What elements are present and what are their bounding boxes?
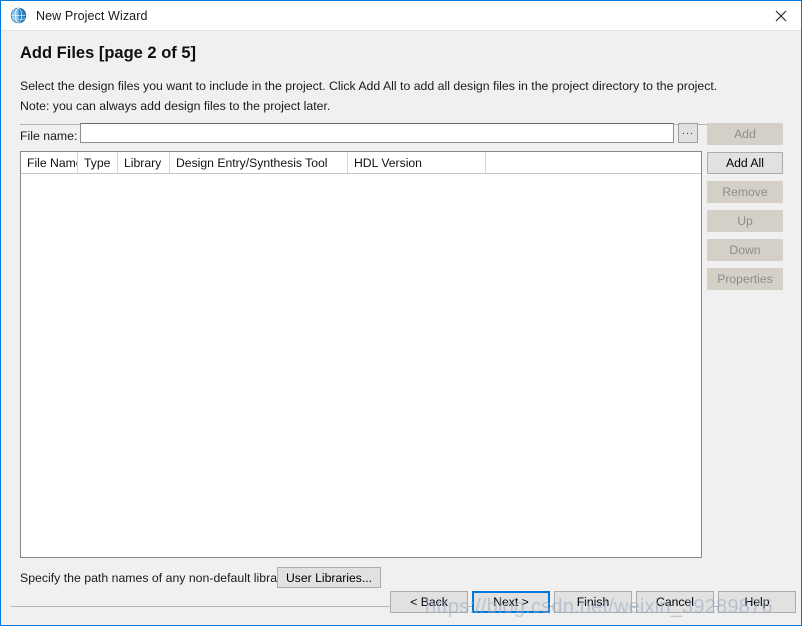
title-bar: New Project Wizard (1, 0, 801, 31)
intro-text-line-1: Select the design files you want to incl… (20, 79, 718, 93)
browse-files-button[interactable]: ... (678, 123, 698, 143)
move-up-button[interactable]: Up (707, 210, 783, 232)
help-button[interactable]: Help (718, 591, 796, 613)
intro-text-line-2: Note: you can always add design files to… (20, 99, 331, 113)
properties-button[interactable]: Properties (707, 268, 783, 290)
dialog-content: Add Files [page 2 of 5] Select the desig… (1, 31, 801, 625)
close-icon[interactable] (758, 1, 801, 31)
remove-button[interactable]: Remove (707, 181, 783, 203)
column-header-type[interactable]: Type (78, 152, 118, 173)
add-all-button[interactable]: Add All (707, 152, 783, 174)
page-title: Add Files [page 2 of 5] (20, 44, 197, 62)
column-header-file-name[interactable]: File Name (21, 152, 78, 173)
window-title: New Project Wizard (36, 8, 148, 23)
user-libraries-label: Specify the path names of any non-defaul… (20, 571, 301, 585)
column-header-library[interactable]: Library (118, 152, 170, 173)
add-button[interactable]: Add (707, 123, 783, 145)
column-header-spacer[interactable] (486, 152, 701, 173)
column-header-design-entry-synthesis-tool[interactable]: Design Entry/Synthesis Tool (170, 152, 348, 173)
column-header-hdl-version[interactable]: HDL Version (348, 152, 486, 173)
back-button[interactable]: < Back (390, 591, 468, 613)
globe-icon (10, 7, 27, 24)
user-libraries-button[interactable]: User Libraries... (277, 567, 382, 588)
table-body-empty[interactable] (21, 174, 701, 557)
file-name-label: File name: (20, 129, 78, 143)
file-list-table[interactable]: File Name Type Library Design Entry/Synt… (20, 151, 702, 558)
next-button[interactable]: Next > (472, 591, 550, 613)
new-project-wizard-dialog: New Project Wizard Add Files [page 2 of … (0, 0, 802, 626)
finish-button[interactable]: Finish (554, 591, 632, 613)
move-down-button[interactable]: Down (707, 239, 783, 261)
title-bar-left: New Project Wizard (1, 1, 758, 30)
table-header-row: File Name Type Library Design Entry/Synt… (21, 152, 701, 174)
cancel-button[interactable]: Cancel (636, 591, 714, 613)
file-name-input[interactable] (80, 123, 674, 143)
